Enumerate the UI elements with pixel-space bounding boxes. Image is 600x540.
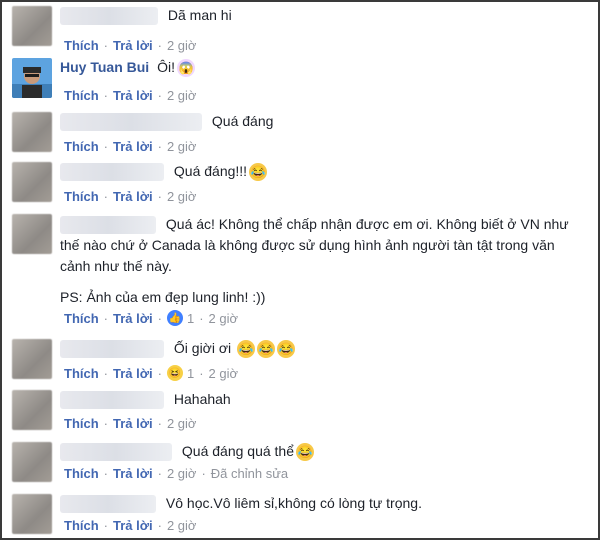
- reply-link[interactable]: Trả lời: [113, 139, 153, 154]
- timestamp[interactable]: 2 giờ: [167, 466, 197, 481]
- comment-text: Ối giời ơi: [173, 340, 232, 356]
- like-link[interactable]: Thích: [64, 466, 99, 481]
- comment-actions: Thích · Trả lời · 2 giờ: [64, 88, 197, 103]
- comment-body: Quá đáng: [60, 112, 588, 132]
- avatar[interactable]: [12, 442, 52, 482]
- comment-actions: Thích · Trả lời · 2 giờ: [64, 518, 197, 533]
- laughing-emoji: 😂: [249, 163, 268, 182]
- reply-link[interactable]: Trả lời: [113, 366, 153, 381]
- timestamp[interactable]: 2 giờ: [167, 518, 197, 533]
- comment-body: Ối giời ơi 😂 😂 😂: [60, 339, 588, 359]
- comment-text: Vô học.Vô liêm sỉ,không có lòng tự trọng…: [165, 495, 422, 511]
- comment-actions: Thích · Trả lời · 2 giờ · Đã chỉnh sửa: [64, 466, 289, 481]
- edited-label[interactable]: Đã chỉnh sửa: [211, 466, 288, 481]
- like-reaction-icon[interactable]: 👍: [166, 310, 183, 326]
- reaction-count[interactable]: 1: [187, 366, 194, 381]
- reply-link[interactable]: Trả lời: [113, 38, 153, 53]
- comment-actions: Thích · Trả lời · 2 giờ: [64, 139, 197, 154]
- reply-link[interactable]: Trả lời: [113, 88, 153, 103]
- avatar[interactable]: [12, 162, 52, 202]
- timestamp[interactable]: 2 giờ: [209, 311, 239, 326]
- laughing-emoji: 😂: [257, 340, 276, 359]
- reply-link[interactable]: Trả lời: [113, 416, 153, 431]
- like-link[interactable]: Thích: [64, 38, 99, 53]
- comment-text-ps: PS: Ảnh của em đẹp lung linh! :)): [60, 289, 266, 305]
- laughing-emoji: 😂: [237, 340, 256, 359]
- like-link[interactable]: Thích: [64, 139, 99, 154]
- avatar[interactable]: [12, 6, 52, 46]
- comment-actions: Thích · Trả lời · 2 giờ: [64, 189, 197, 204]
- comment-body: Huy Tuan Bui Ôi! 😱: [60, 58, 588, 78]
- timestamp[interactable]: 2 giờ: [167, 139, 197, 154]
- commenter-name[interactable]: [60, 340, 164, 359]
- comment-body: Hahahah: [60, 390, 588, 410]
- commenter-name[interactable]: [60, 443, 172, 462]
- timestamp[interactable]: 2 giờ: [167, 189, 197, 204]
- reply-link[interactable]: Trả lời: [113, 466, 153, 481]
- haha-reaction-icon[interactable]: 😆: [166, 365, 183, 381]
- laughing-emoji: 😂: [296, 443, 314, 462]
- avatar[interactable]: [12, 112, 52, 152]
- comment-actions: Thích · Trả lời · 2 giờ: [64, 38, 197, 53]
- reply-link[interactable]: Trả lời: [113, 518, 153, 533]
- comment-actions: Thích · Trả lời · 😆 1 · 2 giờ: [64, 365, 239, 381]
- reply-link[interactable]: Trả lời: [113, 189, 153, 204]
- like-link[interactable]: Thích: [64, 88, 99, 103]
- comment-text: Dã man hi: [167, 7, 232, 23]
- comment-body: Quá ác! Không thể chấp nhận được em ơi. …: [60, 214, 588, 308]
- reaction-count[interactable]: 1: [187, 311, 194, 326]
- comment-body: Quá đáng quá thể 😂: [60, 442, 588, 462]
- avatar[interactable]: [12, 58, 52, 98]
- like-link[interactable]: Thích: [64, 518, 99, 533]
- commenter-name[interactable]: Huy Tuan Bui: [60, 59, 149, 75]
- comment-thread: Dã man hi Thích · Trả lời · 2 giờ Huy Tu…: [0, 0, 600, 540]
- avatar[interactable]: [12, 214, 52, 254]
- commenter-name[interactable]: [60, 7, 158, 26]
- like-link[interactable]: Thích: [64, 366, 99, 381]
- commenter-name[interactable]: [60, 495, 156, 514]
- laughing-emoji: 😂: [277, 340, 296, 359]
- commenter-name[interactable]: [60, 391, 164, 410]
- comment-text: Quá đáng quá thể: [181, 443, 294, 459]
- comment-text: Hahahah: [173, 391, 231, 407]
- timestamp[interactable]: 2 giờ: [167, 416, 197, 431]
- comment-text: Quá đáng: [211, 113, 274, 129]
- comment-text: Ôi!: [157, 59, 175, 75]
- shocked-emoji: 😱: [176, 59, 195, 78]
- avatar[interactable]: [12, 390, 52, 430]
- comment-body: Dã man hi: [60, 6, 588, 26]
- commenter-name[interactable]: [60, 163, 164, 182]
- avatar[interactable]: [12, 494, 52, 534]
- commenter-name[interactable]: [60, 216, 156, 235]
- avatar[interactable]: [12, 339, 52, 379]
- timestamp[interactable]: 2 giờ: [167, 88, 197, 103]
- timestamp[interactable]: 2 giờ: [167, 38, 197, 53]
- like-link[interactable]: Thích: [64, 189, 99, 204]
- comment-actions: Thích · Trả lời · 👍 1 · 2 giờ: [64, 310, 239, 326]
- timestamp[interactable]: 2 giờ: [209, 366, 239, 381]
- comment-text: Quá đáng!!!: [173, 163, 248, 179]
- like-link[interactable]: Thích: [64, 311, 99, 326]
- comment-actions: Thích · Trả lời · 2 giờ: [64, 416, 197, 431]
- commenter-name[interactable]: [60, 113, 202, 132]
- like-link[interactable]: Thích: [64, 416, 99, 431]
- comment-body: Quá đáng!!! 😂: [60, 162, 588, 182]
- comment-body: Vô học.Vô liêm sỉ,không có lòng tự trọng…: [60, 494, 588, 514]
- reply-link[interactable]: Trả lời: [113, 311, 153, 326]
